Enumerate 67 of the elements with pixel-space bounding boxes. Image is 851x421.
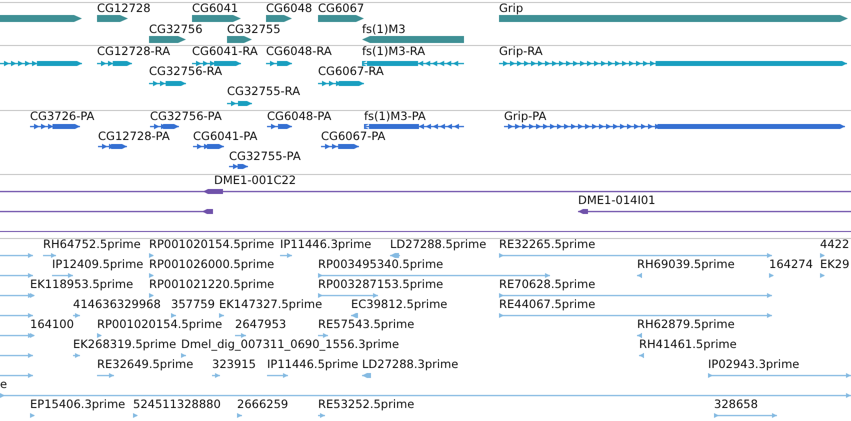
- feature-label: IP12409.5prime: [52, 258, 144, 271]
- feature-label: IP11446.3prime: [280, 239, 372, 251]
- feature-label: RP001020154.5prime: [149, 239, 274, 251]
- feature-label: CG6048: [266, 3, 312, 15]
- feature-label: EK268319.5prime: [73, 338, 176, 351]
- feature-label: RE44067.5prime: [499, 298, 596, 311]
- feature-label: 323915: [212, 358, 256, 371]
- feature-label: CG3726-PA: [30, 111, 94, 123]
- feature-label: fs(1)M3-PA: [364, 111, 426, 123]
- feature-label: DME1-001C22: [214, 175, 296, 187]
- feature-label: CG6041: [192, 3, 238, 15]
- feature-label: RP001021220.5prime: [149, 278, 274, 291]
- feature-label: 357759: [171, 298, 215, 311]
- feature-label: Dmel_dig_007311_0690_1556.3prime: [181, 338, 400, 351]
- feature-label: IP02943.3prime: [708, 358, 800, 371]
- feature-label: CG32755-PA: [229, 150, 301, 163]
- feature-label: RP001020154.5prime: [97, 318, 222, 331]
- feature-label: 414636329968: [73, 298, 161, 311]
- feature-label: 164274: [769, 258, 813, 271]
- feature-label: RH69039.5prime: [637, 258, 735, 271]
- feature-label: CG6048-RA: [266, 46, 332, 58]
- feature-label: CG12728-PA: [98, 130, 170, 143]
- feature-label: Grip-RA: [499, 46, 543, 58]
- feature-label: Grip-PA: [504, 111, 546, 123]
- feature-label: RP001026000.5prime: [149, 258, 274, 271]
- feature-label: CG6067-RA: [318, 65, 384, 78]
- feature-label: RP003287153.5prime: [318, 278, 444, 291]
- feature-label: 2666259: [237, 398, 288, 411]
- feature-label: e: [0, 378, 8, 391]
- feature-label: LD27288.3prime: [362, 358, 458, 371]
- feature-label: CG32756-PA: [150, 111, 222, 123]
- feature-label: fs(1)M3: [362, 23, 406, 36]
- feature-label: CG6067-PA: [321, 130, 386, 143]
- feature-label: fs(1)M3-RA: [362, 46, 426, 58]
- feature-label: CG6041-RA: [192, 46, 258, 58]
- feature-label: RH62879.5prime: [637, 318, 735, 331]
- feature-label: RE70628.5prime: [499, 278, 596, 291]
- feature-label: DME1-014I01: [578, 194, 656, 207]
- feature-label: CG12728: [97, 3, 151, 15]
- feature-label: CG32756: [149, 23, 203, 36]
- feature-label: CG32755-RA: [227, 85, 300, 98]
- feature-label: RH41461.5prime: [639, 338, 737, 351]
- feature-label: EC39812.5prime: [351, 298, 448, 311]
- feature-label: CG32756-RA: [149, 65, 222, 78]
- feature-label: CG6048-PA: [267, 111, 332, 123]
- feature-label: CG12728-RA: [97, 46, 170, 58]
- feature-label: 2647953: [235, 318, 286, 331]
- feature-label: Grip: [499, 3, 524, 15]
- feature-label: IP11446.5prime: [267, 358, 358, 371]
- feature-label: 164100: [30, 318, 74, 331]
- feature-label: 524511328880: [133, 398, 221, 411]
- feature-label: RE53252.5prime: [318, 398, 414, 411]
- feature-label: CG6067: [318, 3, 364, 15]
- feature-label: RE32265.5prime: [499, 239, 596, 251]
- feature-label: EK29: [820, 258, 850, 271]
- feature-label: EK118953.5prime: [30, 278, 134, 291]
- feature-label: CG6041-PA: [193, 130, 258, 143]
- feature-label: 328658: [714, 398, 758, 411]
- feature-label: RE57543.5prime: [318, 318, 414, 331]
- feature-label: RH64752.5prime: [43, 239, 141, 251]
- feature-label: RP003495340.5prime: [318, 258, 444, 271]
- feature-label: CG32755: [227, 23, 281, 36]
- feature-label: EP15406.3prime: [30, 398, 126, 411]
- feature-label: EK147327.5prime: [219, 298, 322, 311]
- feature-label: 4422: [820, 239, 850, 251]
- feature-label: LD27288.5prime: [390, 239, 486, 251]
- feature-label: RE32649.5prime: [97, 358, 194, 371]
